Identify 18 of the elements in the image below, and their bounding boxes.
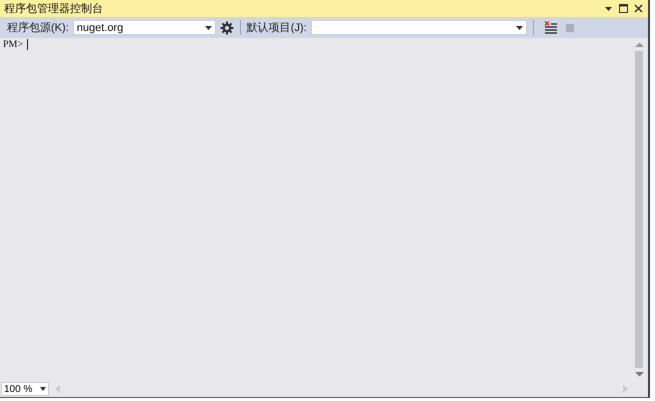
project-label: 默认项目(J):	[246, 21, 307, 35]
close-icon[interactable]	[633, 3, 644, 14]
zoom-dropdown[interactable]: 100 %	[1, 382, 49, 396]
scroll-down-icon[interactable]	[634, 371, 644, 377]
window-title: 程序包管理器控制台	[4, 2, 103, 16]
settings-icon[interactable]	[220, 20, 234, 34]
maximize-icon[interactable]	[618, 3, 629, 14]
source-dropdown[interactable]: nuget.org	[72, 20, 216, 35]
caret-icon[interactable]	[516, 26, 523, 30]
caret-icon[interactable]	[204, 26, 212, 30]
caret-icon[interactable]	[40, 387, 46, 391]
clear-console-icon[interactable]	[544, 21, 558, 34]
console-prompt: PM>	[3, 39, 24, 50]
scroll-up-icon[interactable]	[634, 42, 644, 48]
text-cursor	[27, 39, 28, 50]
scroll-thumb[interactable]	[635, 51, 643, 368]
source-label: 程序包源(K):	[7, 20, 69, 35]
console-area[interactable]: PM>	[0, 38, 634, 381]
